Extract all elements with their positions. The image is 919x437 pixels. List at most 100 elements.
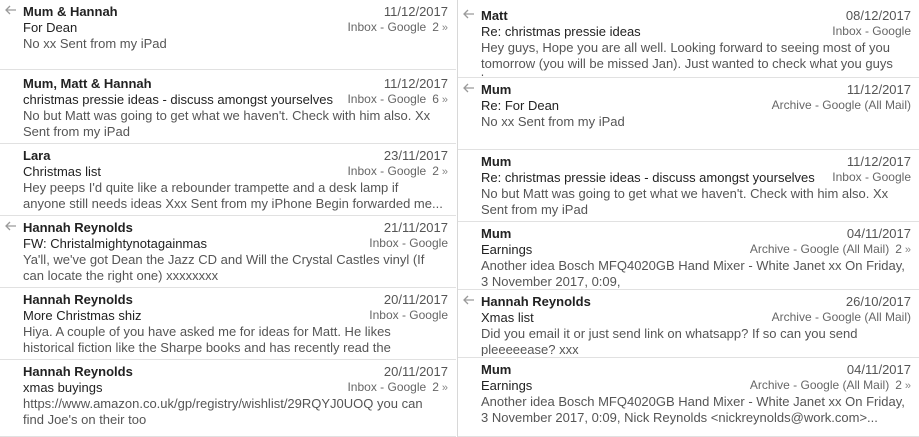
message-date: 21/11/2017: [383, 220, 448, 235]
sender-name: Mum: [481, 362, 512, 377]
thread-count: 2: [895, 242, 902, 256]
thread-expand-icon[interactable]: »: [905, 244, 911, 256]
message-row[interactable]: Mum 11/12/2017 Re: For Dean Archive - Googl…: [458, 78, 919, 150]
message-subject: FW: Christalmightynotagainmas: [23, 236, 207, 251]
sender-name: Mum, Matt & Hannah: [23, 76, 152, 91]
message-preview: Hey guys, Hope you are all well. Looking…: [481, 40, 893, 76]
message-subject: For Dean: [23, 20, 78, 35]
mailbox-name: Inbox - Google: [832, 24, 911, 38]
message-subject: Xmas list: [481, 310, 534, 325]
sender-name: Mum & Hannah: [23, 4, 118, 19]
mailbox-label: Archive - Google (All Mail) 2»: [750, 242, 911, 256]
thread-expand-icon[interactable]: »: [442, 382, 448, 394]
message-date: 23/11/2017: [383, 148, 448, 163]
message-subject: Re: christmas pressie ideas: [481, 24, 641, 39]
message-date: 26/10/2017: [845, 294, 911, 309]
message-row[interactable]: Mum, Matt & Hannah 11/12/2017 christmas pr…: [0, 72, 456, 144]
message-subject: Re: For Dean: [481, 98, 560, 113]
mailbox-name: Archive - Google (All Mail): [749, 242, 890, 256]
message-date: 20/11/2017: [383, 292, 448, 307]
message-date: 11/12/2017: [383, 4, 448, 19]
message-date: 04/11/2017: [846, 362, 911, 377]
message-preview: No but Matt was going to get what we hav…: [481, 186, 889, 217]
message-row[interactable]: Mum 11/12/2017 Re: christmas pressie ideas…: [458, 150, 919, 222]
message-preview: Hiya. A couple of you have asked me for …: [23, 324, 391, 358]
message-date: 08/12/2017: [845, 8, 911, 23]
message-preview: No xx Sent from my iPad: [481, 114, 625, 129]
mailbox-label: Archive - Google (All Mail): [772, 310, 911, 324]
message-row[interactable]: Hannah Reynolds 20/11/2017 More Christmas …: [0, 288, 456, 360]
thread-count: 2: [432, 380, 439, 394]
mailbox-label: Inbox - Google: [832, 24, 911, 38]
message-date: 11/12/2017: [846, 82, 911, 97]
mailbox-name: Archive - Google (All Mail): [771, 98, 911, 112]
sender-name: Mum: [481, 154, 512, 169]
sender-name: Matt: [481, 8, 508, 23]
mailbox-name: Inbox - Google: [832, 170, 911, 184]
message-subject: Re: christmas pressie ideas - discuss am…: [481, 170, 815, 185]
mailbox-name: Inbox - Google: [347, 20, 427, 34]
thread-count: 2: [432, 20, 439, 34]
mailbox-label: Inbox - Google 6»: [347, 92, 448, 106]
sender-name: Mum: [481, 82, 512, 97]
thread-expand-icon[interactable]: »: [442, 94, 448, 106]
message-date: 04/11/2017: [846, 226, 911, 241]
mailbox-name: Inbox - Google: [347, 164, 427, 178]
message-subject: More Christmas shiz: [23, 308, 142, 323]
replied-arrow-icon: [463, 295, 475, 305]
message-row[interactable]: Hannah Reynolds 21/11/2017 FW: Christalmig…: [0, 216, 456, 288]
thread-count: 2: [895, 378, 902, 392]
message-date: 11/12/2017: [846, 154, 911, 169]
mailbox-label: Inbox - Google 2»: [347, 164, 448, 178]
message-row[interactable]: Hannah Reynolds 20/11/2017 xmas buyings Inb…: [0, 360, 456, 437]
message-preview: Another idea Bosch MFQ4020GB Hand Mixer …: [481, 258, 905, 288]
sender-name: Lara: [23, 148, 51, 163]
mailbox-name: Archive - Google (All Mail): [749, 378, 890, 392]
thread-expand-icon[interactable]: »: [442, 166, 448, 178]
message-row[interactable]: Lara 23/11/2017 Christmas list Inbox - Goog…: [0, 144, 456, 216]
thread-count: 2: [432, 164, 439, 178]
mailbox-name: Inbox - Google: [369, 236, 448, 250]
message-date: 11/12/2017: [383, 76, 448, 91]
message-date: 20/11/2017: [383, 364, 448, 379]
mailbox-label: Inbox - Google 2»: [347, 20, 448, 34]
mailbox-name: Inbox - Google: [347, 92, 427, 106]
message-subject: Earnings: [481, 378, 533, 393]
mailbox-label: Inbox - Google: [369, 308, 448, 322]
message-preview: https://www.amazon.co.uk/gp/registry/wis…: [23, 396, 423, 427]
message-subject: christmas pressie ideas - discuss amongs…: [23, 92, 333, 107]
mailbox-label: Inbox - Google: [369, 236, 448, 250]
sender-name: Hannah Reynolds: [23, 292, 133, 307]
message-subject: Earnings: [481, 242, 533, 257]
replied-arrow-icon: [463, 9, 475, 19]
mailbox-label: Inbox - Google 2»: [347, 380, 448, 394]
sender-name: Hannah Reynolds: [23, 364, 133, 379]
message-preview: No xx Sent from my iPad: [23, 36, 167, 51]
sender-name: Mum: [481, 226, 512, 241]
replied-arrow-icon: [5, 221, 17, 231]
mailbox-label: Archive - Google (All Mail) 2»: [750, 378, 911, 392]
sender-name: Hannah Reynolds: [481, 294, 591, 309]
thread-count: 6: [432, 92, 439, 106]
message-row[interactable]: Mum 04/11/2017 Earnings Archive - Google (A…: [458, 222, 919, 290]
sender-name: Hannah Reynolds: [23, 220, 133, 235]
mailbox-name: Inbox - Google: [347, 380, 427, 394]
message-subject: Christmas list: [23, 164, 102, 179]
mailbox-label: Inbox - Google: [832, 170, 911, 184]
message-preview: Another idea Bosch MFQ4020GB Hand Mixer …: [481, 394, 905, 425]
message-preview: No but Matt was going to get what we hav…: [23, 108, 431, 139]
message-preview: Ya'll, we've got Dean the Jazz CD and Wi…: [23, 252, 425, 283]
replied-arrow-icon: [5, 5, 17, 15]
message-row[interactable]: Mum & Hannah 11/12/2017 For Dean Inbox - Go…: [0, 0, 456, 70]
message-subject: xmas buyings: [23, 380, 103, 395]
thread-expand-icon[interactable]: »: [442, 22, 448, 34]
mailbox-name: Inbox - Google: [369, 308, 448, 322]
message-preview: Hey peeps I'd quite like a rebounder tra…: [23, 180, 443, 211]
thread-expand-icon[interactable]: »: [905, 380, 911, 392]
message-preview: Did you email it or just send link on wh…: [481, 326, 858, 356]
mailbox-name: Archive - Google (All Mail): [771, 310, 911, 324]
message-row[interactable]: Hannah Reynolds 26/10/2017 Xmas list Archiv…: [458, 290, 919, 358]
replied-arrow-icon: [463, 83, 475, 93]
message-row[interactable]: Matt 08/12/2017 Re: christmas pressie idea…: [458, 4, 919, 78]
message-row[interactable]: Mum 04/11/2017 Earnings Archive - Google (A…: [458, 358, 919, 437]
